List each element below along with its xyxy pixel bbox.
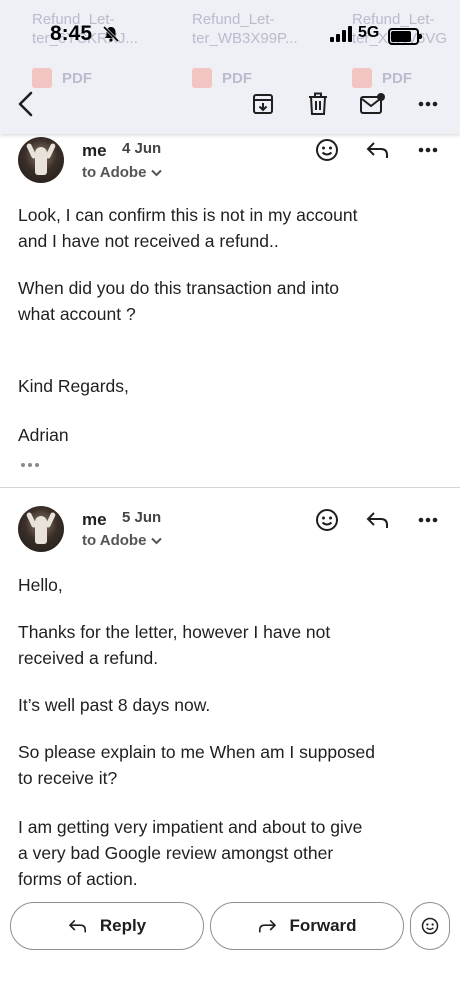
ellipsis-icon [21,463,39,467]
reply-button[interactable] [364,136,392,164]
forward-pill-button[interactable]: Forward [210,902,404,950]
body-line: and I have not received a refund.. [18,231,279,251]
emoji-react-button[interactable] [313,506,341,534]
archive-button[interactable] [247,88,279,120]
bottom-action-bar: Reply Forward [0,890,460,1000]
more-options-button[interactable] [412,88,444,120]
battery-icon [388,28,422,45]
body-line: to receive it? [18,768,118,788]
more-horizontal-icon [418,517,438,523]
reply-pill-button[interactable]: Reply [10,902,204,950]
body-line: It’s well past 8 days now. [18,695,211,715]
body-line: Thanks for the letter, however I have no… [18,622,331,642]
sender-name: me [82,141,107,160]
mail-unread-icon [360,93,385,114]
message-date: 5 Jun [122,509,162,526]
body-line: I am getting very impatient and about to… [18,817,363,837]
archive-icon [253,94,273,114]
body-line: received a refund. [18,648,159,668]
body-line: Kind Regards, [18,376,129,396]
message-date: 4 Jun [122,140,162,157]
reply-button[interactable] [364,506,392,534]
message-more-button[interactable] [414,136,442,164]
body-line: what account ? [18,304,136,324]
mark-unread-button[interactable] [357,88,389,120]
reply-label: Reply [99,916,147,935]
pdf-icon [32,68,52,88]
smiley-icon [316,139,338,161]
reply-arrow-icon [68,919,86,933]
top-bar: Refund_Let- ter_6YCKRXJ... PDF Refund_Le… [0,0,460,134]
back-button[interactable] [10,88,42,120]
smiley-icon [316,509,338,531]
show-trimmed-content-button[interactable] [16,453,44,477]
message-divider [0,487,460,488]
emoji-reaction-button[interactable] [410,902,450,950]
recipient-toggle[interactable]: to Adobe [82,532,162,549]
more-horizontal-icon [418,101,438,107]
delete-button[interactable] [302,88,334,120]
status-time: 8:45 [50,22,93,45]
signal-icon [330,26,352,42]
forward-arrow-icon [259,919,277,933]
chevron-down-icon [150,537,162,545]
network-type: 5G [358,24,380,41]
body-line: a very bad Google review amongst other [18,843,334,863]
sender-name: me [82,510,107,529]
pdf-icon [192,68,212,88]
attachment-type: PDF [222,69,252,87]
back-arrow-icon [18,91,33,117]
reply-arrow-icon [366,512,388,528]
avatar[interactable] [18,506,64,552]
bell-muted-icon [102,25,120,43]
smiley-icon [421,917,439,935]
more-horizontal-icon [418,147,438,153]
avatar[interactable] [18,137,64,183]
pdf-icon [352,68,372,88]
recipient-label: to Adobe [82,532,147,549]
reply-arrow-icon [366,142,388,158]
message-more-button[interactable] [414,506,442,534]
body-line: So please explain to me When am I suppos… [18,742,376,762]
attachment-type: PDF [382,69,412,87]
recipient-label: to Adobe [82,164,147,181]
chevron-down-icon [150,169,162,177]
body-line: Hello, [18,575,63,595]
emoji-react-button[interactable] [313,136,341,164]
trash-icon [309,92,327,115]
forward-label: Forward [289,916,357,935]
recipient-toggle[interactable]: to Adobe [82,164,162,181]
body-line: forms of action. [18,869,138,889]
body-line: Adrian [18,425,69,445]
status-bar: 8:45 5G [0,22,460,52]
body-line: When did you do this transaction and int… [18,278,340,298]
attachment-type: PDF [62,69,92,87]
body-line: Look, I can confirm this is not in my ac… [18,205,358,225]
